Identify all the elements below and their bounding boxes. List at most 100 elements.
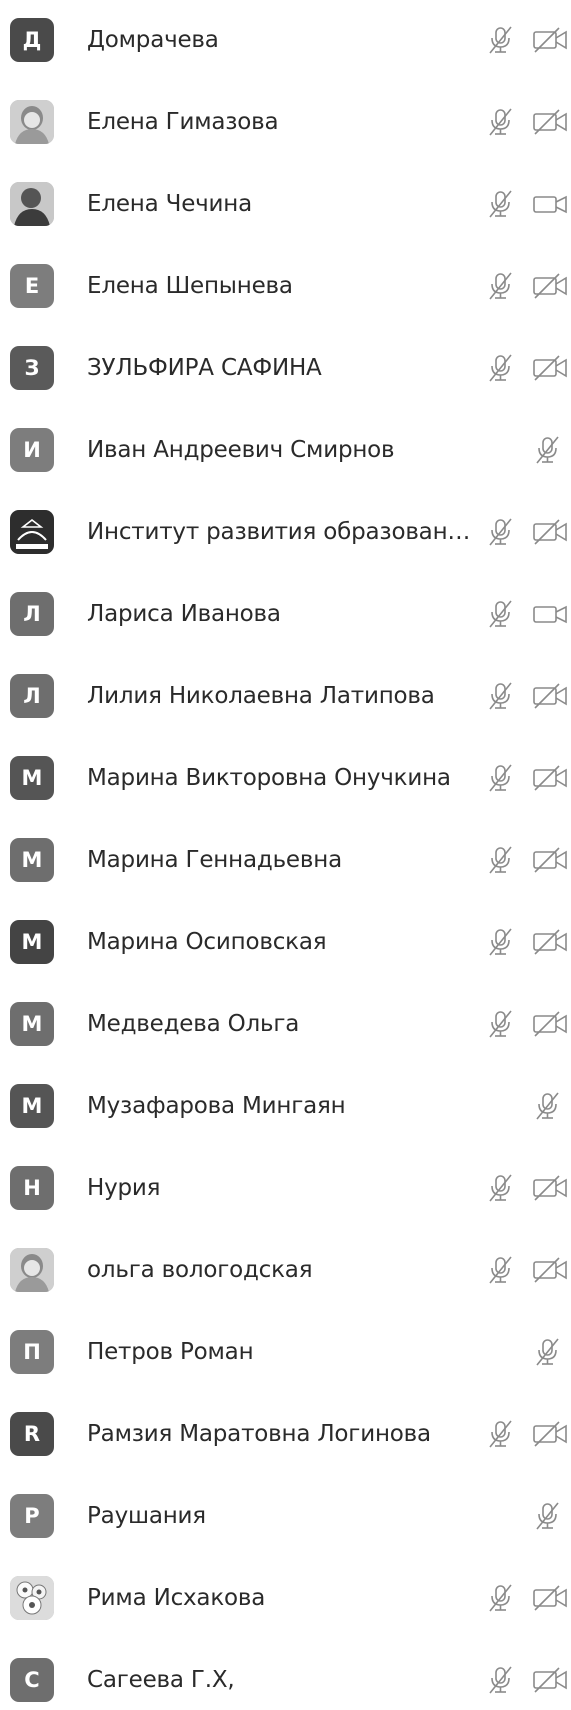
camera-off-icon[interactable] — [531, 1420, 571, 1448]
mic-muted-icon[interactable] — [533, 1501, 563, 1531]
mic-muted-icon[interactable] — [486, 1009, 516, 1039]
mic-muted-icon[interactable] — [486, 353, 516, 383]
participant-name: ЗУЛЬФИРА САФИНА — [87, 355, 322, 381]
mic-muted-icon[interactable] — [486, 1665, 516, 1695]
avatar-initial: Л — [10, 674, 54, 718]
participant-name: Лилия Николаевна Латипова — [87, 683, 435, 709]
camera-off-icon[interactable] — [531, 1256, 571, 1284]
participant-row[interactable]: Институт развития образовани... — [0, 502, 571, 562]
avatar-photo — [10, 182, 54, 226]
mic-muted-icon[interactable] — [486, 271, 516, 301]
camera-icon[interactable] — [531, 600, 571, 628]
mic-muted-icon[interactable] — [533, 1091, 563, 1121]
camera-off-icon[interactable] — [531, 928, 571, 956]
camera-off-icon[interactable] — [531, 518, 571, 546]
participant-row[interactable]: Д Домрачева — [0, 10, 571, 70]
camera-off-icon[interactable] — [531, 1174, 571, 1202]
camera-off-icon[interactable] — [531, 1010, 571, 1038]
avatar-initial: М — [10, 838, 54, 882]
camera-off-icon[interactable] — [531, 354, 571, 382]
participant-row[interactable]: Е Елена Шепынева — [0, 256, 571, 316]
avatar-initial: Д — [10, 18, 54, 62]
mic-muted-icon[interactable] — [486, 107, 516, 137]
participant-row[interactable]: С Сагеева Г.Х, — [0, 1650, 571, 1710]
participant-row[interactable]: З ЗУЛЬФИРА САФИНА — [0, 338, 571, 398]
participant-row[interactable]: М Музафарова Мингаян — [0, 1076, 571, 1136]
mic-muted-icon[interactable] — [486, 1255, 516, 1285]
participant-name: Медведева Ольга — [87, 1011, 300, 1037]
avatar-initial: Р — [10, 1494, 54, 1538]
participant-name: Музафарова Мингаян — [87, 1093, 346, 1119]
mic-muted-icon[interactable] — [486, 1173, 516, 1203]
avatar-initial: З — [10, 346, 54, 390]
participant-row[interactable]: R Рамзия Маратовна Логинова — [0, 1404, 571, 1464]
avatar-photo — [10, 1576, 54, 1620]
participant-name: Домрачева — [87, 27, 219, 53]
participant-name: Иван Андреевич Смирнов — [87, 437, 395, 463]
avatar-photo — [10, 510, 54, 554]
participant-row[interactable]: М Марина Осиповская — [0, 912, 571, 972]
participant-row[interactable]: Елена Чечина — [0, 174, 571, 234]
avatar-initial: М — [10, 920, 54, 964]
participant-row[interactable]: ольга вологодская — [0, 1240, 571, 1300]
avatar-photo — [10, 100, 54, 144]
mic-muted-icon[interactable] — [486, 25, 516, 55]
mic-muted-icon[interactable] — [486, 517, 516, 547]
avatar-initial: М — [10, 1084, 54, 1128]
avatar-initial: П — [10, 1330, 54, 1374]
camera-off-icon[interactable] — [531, 272, 571, 300]
mic-muted-icon[interactable] — [533, 435, 563, 465]
participant-row[interactable]: Л Лариса Иванова — [0, 584, 571, 644]
participant-name: Елена Шепынева — [87, 273, 293, 299]
participant-row[interactable]: М Марина Викторовна Онучкина — [0, 748, 571, 808]
participant-name: Нурия — [87, 1175, 161, 1201]
participant-list: Д Домрачева Елена Гимазова Елена Чечина Е Еле… — [0, 0, 571, 1702]
avatar-initial: Н — [10, 1166, 54, 1210]
participant-row[interactable]: И Иван Андреевич Смирнов — [0, 420, 571, 480]
camera-off-icon[interactable] — [531, 846, 571, 874]
participant-name: Рима Исхакова — [87, 1585, 266, 1611]
participant-name: Лариса Иванова — [87, 601, 281, 627]
mic-muted-icon[interactable] — [486, 189, 516, 219]
participant-name: Марина Осиповская — [87, 929, 327, 955]
participant-row[interactable]: Рима Исхакова — [0, 1568, 571, 1628]
avatar-initial: Е — [10, 264, 54, 308]
camera-off-icon[interactable] — [531, 1584, 571, 1612]
camera-icon[interactable] — [531, 190, 571, 218]
avatar-initial: М — [10, 1002, 54, 1046]
mic-muted-icon[interactable] — [486, 681, 516, 711]
participant-name: Елена Чечина — [87, 191, 253, 217]
mic-muted-icon[interactable] — [486, 927, 516, 957]
camera-off-icon[interactable] — [531, 682, 571, 710]
participant-row[interactable]: М Марина Геннадьевна — [0, 830, 571, 890]
camera-off-icon[interactable] — [531, 108, 571, 136]
participant-row[interactable]: Р Раушания — [0, 1486, 571, 1546]
mic-muted-icon[interactable] — [486, 845, 516, 875]
participant-name: Сагеева Г.Х, — [87, 1667, 235, 1693]
mic-muted-icon[interactable] — [486, 1583, 516, 1613]
participant-name: Елена Гимазова — [87, 109, 279, 135]
participant-name: ольга вологодская — [87, 1257, 313, 1283]
mic-muted-icon[interactable] — [486, 763, 516, 793]
camera-off-icon[interactable] — [531, 1666, 571, 1694]
participant-name: Институт развития образовани... — [87, 519, 483, 545]
participant-row[interactable]: Елена Гимазова — [0, 92, 571, 152]
participant-name: Марина Викторовна Онучкина — [87, 765, 451, 791]
participant-row[interactable]: М Медведева Ольга — [0, 994, 571, 1054]
mic-muted-icon[interactable] — [486, 599, 516, 629]
mic-muted-icon[interactable] — [486, 1419, 516, 1449]
avatar-initial: R — [10, 1412, 54, 1456]
avatar-initial: Л — [10, 592, 54, 636]
participant-name: Марина Геннадьевна — [87, 847, 342, 873]
camera-off-icon[interactable] — [531, 764, 571, 792]
avatar-initial: И — [10, 428, 54, 472]
participant-row[interactable]: Л Лилия Николаевна Латипова — [0, 666, 571, 726]
participant-row[interactable]: Н Нурия — [0, 1158, 571, 1218]
avatar-initial: М — [10, 756, 54, 800]
participant-row[interactable]: П Петров Роман — [0, 1322, 571, 1382]
participant-name: Раушания — [87, 1503, 206, 1529]
avatar-photo — [10, 1248, 54, 1292]
camera-off-icon[interactable] — [531, 26, 571, 54]
participant-name: Петров Роман — [87, 1339, 254, 1365]
mic-muted-icon[interactable] — [533, 1337, 563, 1367]
